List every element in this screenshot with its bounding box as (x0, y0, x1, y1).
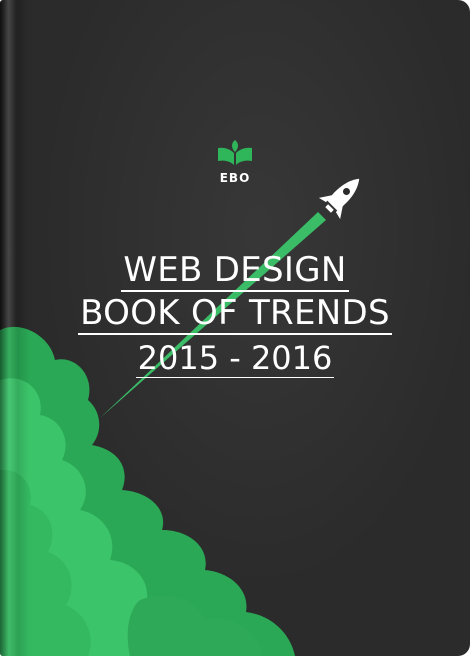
title-years: 2015 - 2016 (0, 339, 470, 378)
book-cover: EBO WEB DESIGN BOOK OF TRENDS 2015 - 201… (0, 0, 470, 656)
title-line-1: WEB DESIGN (0, 250, 470, 292)
title-line-1-text: WEB DESIGN (121, 250, 349, 292)
open-book-leaf-icon (218, 140, 252, 165)
title-line-2-text: BOOK OF TRENDS (78, 293, 392, 335)
title-years-text: 2015 - 2016 (135, 339, 335, 378)
brand-name: EBO (219, 171, 251, 185)
title-line-2: BOOK OF TRENDS (0, 293, 470, 335)
